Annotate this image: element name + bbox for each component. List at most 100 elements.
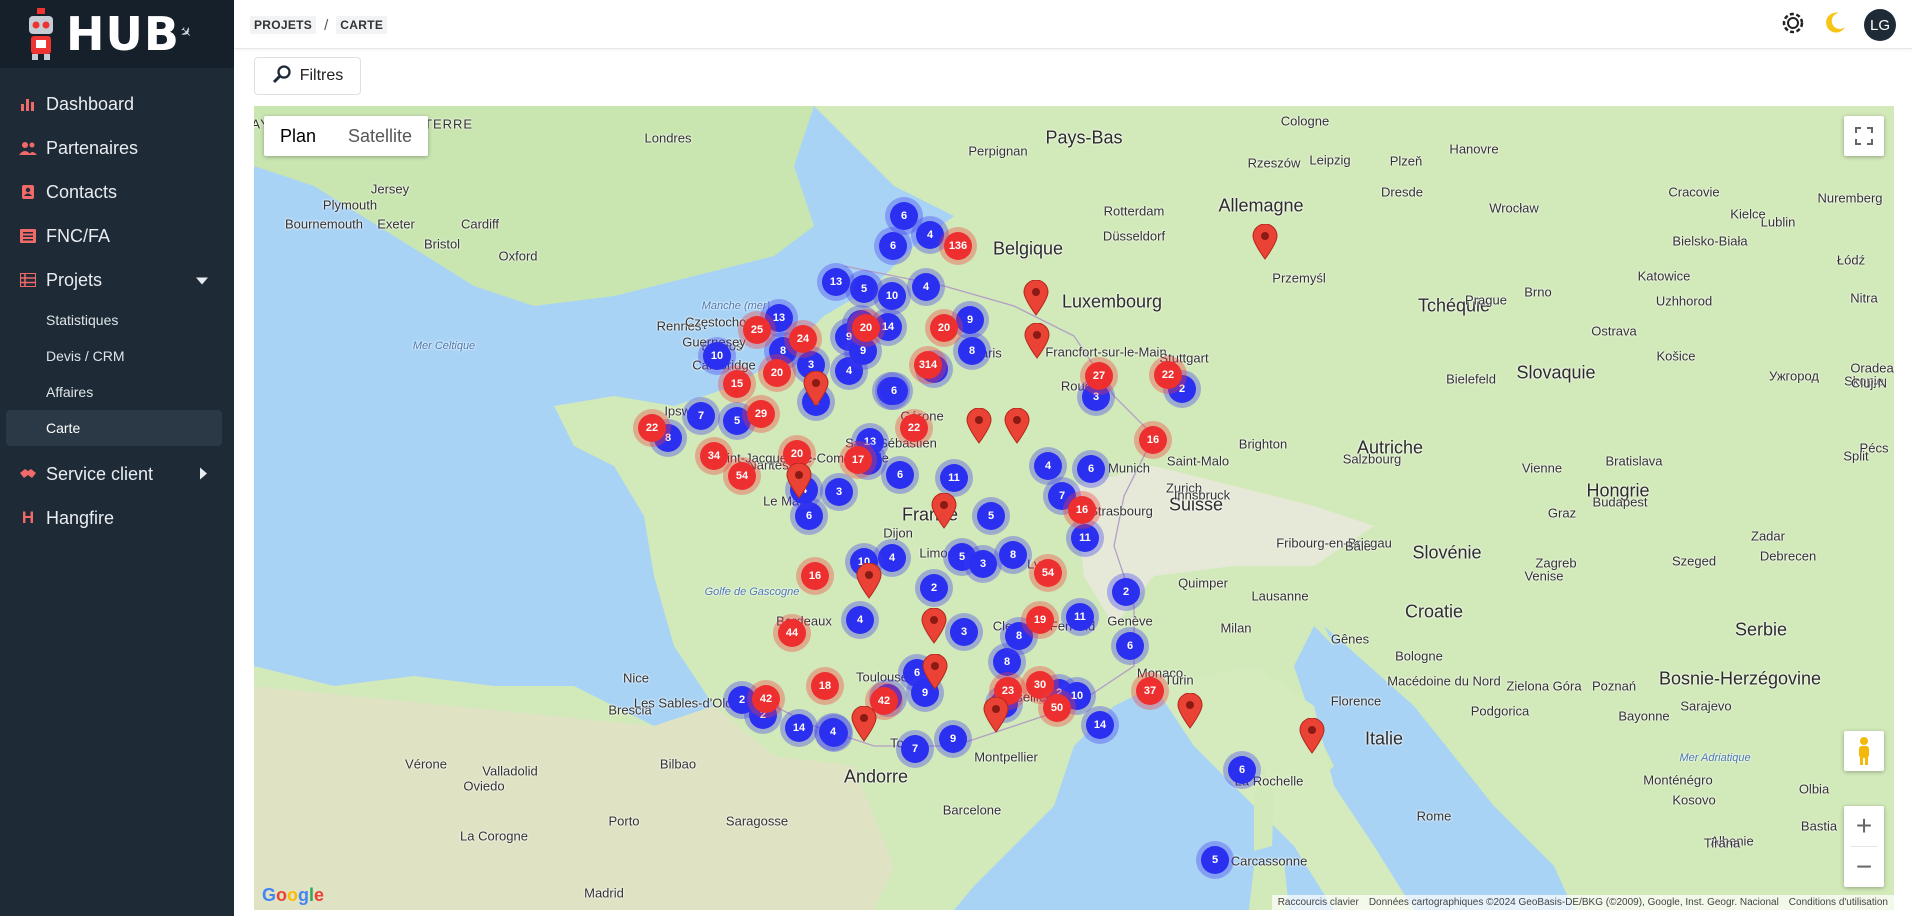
map-cluster-red[interactable]: 19 xyxy=(1026,606,1054,634)
filters-button[interactable]: Filtres xyxy=(254,57,361,95)
map-pin-marker[interactable] xyxy=(803,370,829,407)
map-pin-marker[interactable] xyxy=(856,562,882,599)
nav-item-service-client[interactable]: Service client xyxy=(0,452,234,496)
map-pin-marker[interactable] xyxy=(1299,717,1325,754)
map-type-plan[interactable]: Plan xyxy=(264,116,332,156)
map-cluster-blue[interactable]: 10 xyxy=(703,342,731,370)
map-cluster-blue[interactable]: 8 xyxy=(993,648,1021,676)
map-pin-marker[interactable] xyxy=(931,492,957,529)
nav-item-fnc-fa[interactable]: FNC/FA xyxy=(0,214,234,258)
map-cluster-blue[interactable]: 6 xyxy=(886,461,914,489)
gear-icon[interactable] xyxy=(1780,10,1806,41)
fullscreen-button[interactable] xyxy=(1844,116,1884,156)
zoom-in-button[interactable]: + xyxy=(1844,806,1884,846)
map-cluster-blue[interactable]: 6 xyxy=(1116,632,1144,660)
nav-item-dashboard[interactable]: Dashboard xyxy=(0,82,234,126)
map-cluster-blue[interactable]: 4 xyxy=(912,273,940,301)
subnav-item-statistiques[interactable]: Statistiques xyxy=(0,302,234,338)
map-cluster-blue[interactable]: 9 xyxy=(956,306,984,334)
map-cluster-red[interactable]: 314 xyxy=(914,351,942,379)
map-cluster-red[interactable]: 27 xyxy=(1085,362,1113,390)
map-cluster-blue[interactable]: 7 xyxy=(901,735,929,763)
map-pin-marker[interactable] xyxy=(1004,407,1030,444)
map-cluster-red[interactable]: 22 xyxy=(900,414,928,442)
map-cluster-blue[interactable]: 4 xyxy=(916,221,944,249)
map-cluster-red[interactable]: 16 xyxy=(801,562,829,590)
map-cluster-red[interactable]: 42 xyxy=(752,685,780,713)
map-cluster-blue[interactable]: 5 xyxy=(850,275,878,303)
map-cluster-red[interactable]: 20 xyxy=(763,359,791,387)
map-cluster-red[interactable]: 18 xyxy=(811,672,839,700)
map-cluster-red[interactable]: 20 xyxy=(852,314,880,342)
map-cluster-red[interactable]: 22 xyxy=(638,414,666,442)
subnav-item-affaires[interactable]: Affaires xyxy=(0,374,234,410)
map-cluster-blue[interactable]: 7 xyxy=(687,402,715,430)
map-cluster-blue[interactable]: 3 xyxy=(825,478,853,506)
map-cluster-blue[interactable]: 2 xyxy=(1112,578,1140,606)
map-cluster-blue[interactable]: 14 xyxy=(1086,711,1114,739)
map-pin-marker[interactable] xyxy=(921,607,947,644)
map-cluster-blue[interactable]: 5 xyxy=(977,502,1005,530)
map-pin-marker[interactable] xyxy=(966,407,992,444)
map-pin-marker[interactable] xyxy=(1177,692,1203,729)
nav-item-partenaires[interactable]: Partenaires xyxy=(0,126,234,170)
map-pin-marker[interactable] xyxy=(983,696,1009,733)
map-cluster-blue[interactable]: 13 xyxy=(822,268,850,296)
map-pin-marker[interactable] xyxy=(922,653,948,690)
keyboard-shortcuts-link[interactable]: Raccourcis clavier xyxy=(1278,897,1359,908)
map-pin-marker[interactable] xyxy=(1024,322,1050,359)
map-cluster-red[interactable]: 16 xyxy=(1139,426,1167,454)
map-cluster-blue[interactable]: 6 xyxy=(879,232,907,260)
map-cluster-red[interactable]: 37 xyxy=(1136,677,1164,705)
map-cluster-blue[interactable]: 6 xyxy=(795,502,823,530)
map-cluster-blue[interactable]: 6 xyxy=(890,202,918,230)
map-cluster-red[interactable]: 22 xyxy=(1154,361,1182,389)
map-cluster-red[interactable]: 20 xyxy=(930,314,958,342)
map-cluster-red[interactable]: 54 xyxy=(728,462,756,490)
nav-item-hangfire[interactable]: H Hangfire xyxy=(0,496,234,540)
map-cluster-red[interactable]: 54 xyxy=(1034,559,1062,587)
zoom-out-button[interactable]: − xyxy=(1844,847,1884,887)
map-cluster-blue[interactable]: 9 xyxy=(939,725,967,753)
map-cluster-blue[interactable]: 2 xyxy=(920,574,948,602)
map-cluster-blue[interactable]: 8 xyxy=(958,337,986,365)
map-cluster-red[interactable]: 136 xyxy=(944,232,972,260)
nav-item-projets[interactable]: Projets xyxy=(0,258,234,302)
map-cluster-blue[interactable]: 4 xyxy=(819,718,847,746)
map-cluster-red[interactable]: 50 xyxy=(1043,694,1071,722)
map-cluster-red[interactable]: 29 xyxy=(747,400,775,428)
avatar[interactable]: LG xyxy=(1864,9,1896,41)
map-cluster-blue[interactable]: 4 xyxy=(1034,452,1062,480)
map-pin-marker[interactable] xyxy=(1023,279,1049,316)
map-cluster-blue[interactable]: 14 xyxy=(785,714,813,742)
map-cluster-red[interactable]: 34 xyxy=(700,442,728,470)
map-cluster-blue[interactable]: 4 xyxy=(878,544,906,572)
map-cluster-red[interactable]: 25 xyxy=(743,316,771,344)
map-cluster-red[interactable]: 15 xyxy=(723,370,751,398)
map-cluster-blue[interactable]: 6 xyxy=(880,377,908,405)
map-cluster-blue[interactable]: 10 xyxy=(878,282,906,310)
map-cluster-red[interactable]: 24 xyxy=(789,325,817,353)
map-cluster-red[interactable]: 44 xyxy=(778,619,806,647)
map[interactable]: PAYS DE GALLESANGLETERRELondresPays-BasB… xyxy=(254,106,1894,910)
subnav-item-devis-crm[interactable]: Devis / CRM xyxy=(0,338,234,374)
map-cluster-blue[interactable]: 4 xyxy=(846,606,874,634)
map-pin-marker[interactable] xyxy=(851,705,877,742)
terms-link[interactable]: Conditions d'utilisation xyxy=(1789,897,1888,908)
nav-item-contacts[interactable]: Contacts xyxy=(0,170,234,214)
map-pin-marker[interactable] xyxy=(786,462,812,499)
subnav-item-carte[interactable]: Carte xyxy=(6,410,222,446)
map-cluster-blue[interactable]: 11 xyxy=(1066,603,1094,631)
map-cluster-blue[interactable]: 5 xyxy=(1201,846,1229,874)
map-type-satellite[interactable]: Satellite xyxy=(332,116,428,156)
map-cluster-blue[interactable]: 6 xyxy=(1228,756,1256,784)
map-cluster-blue[interactable]: 8 xyxy=(999,541,1027,569)
map-cluster-red[interactable]: 17 xyxy=(844,446,872,474)
map-cluster-blue[interactable]: 3 xyxy=(950,618,978,646)
breadcrumb-projets[interactable]: PROJETS xyxy=(250,16,317,34)
map-cluster-blue[interactable]: 6 xyxy=(1077,455,1105,483)
map-cluster-blue[interactable]: 11 xyxy=(940,464,968,492)
map-cluster-blue[interactable]: 11 xyxy=(1071,524,1099,552)
street-view-pegman-button[interactable] xyxy=(1844,731,1884,771)
map-cluster-red[interactable]: 16 xyxy=(1068,496,1096,524)
